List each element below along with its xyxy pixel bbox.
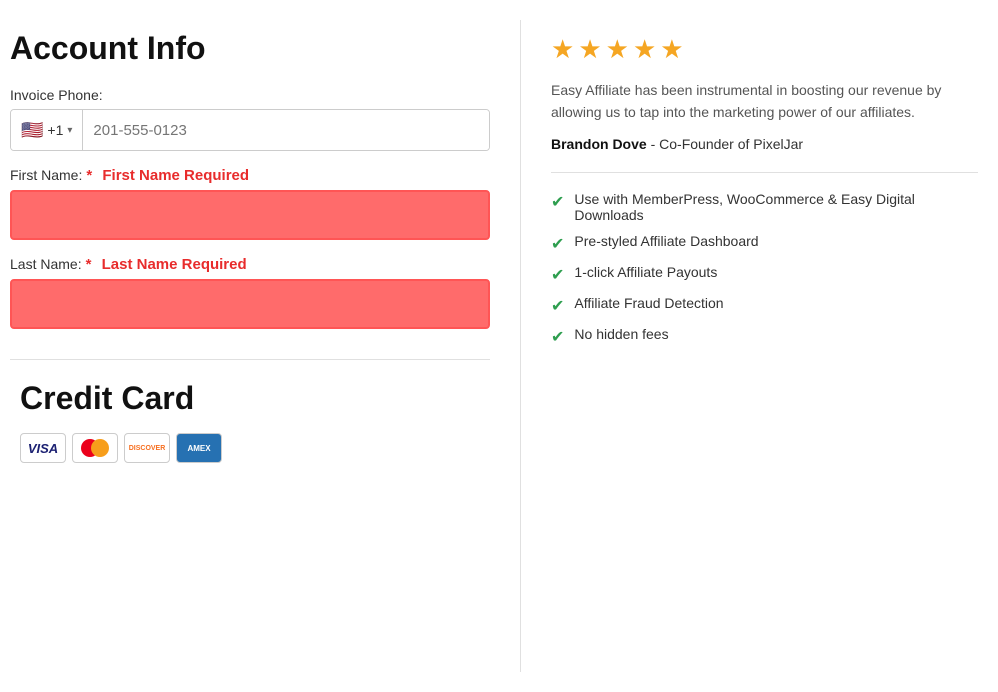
credit-card-title: Credit Card	[20, 380, 490, 417]
first-name-error-text: First Name Required	[102, 167, 249, 184]
check-icon-5: ✔	[551, 327, 564, 347]
left-column: Account Info Invoice Phone: 🇺🇸 +1 ▾ Firs…	[0, 20, 521, 672]
right-column: ★ ★ ★ ★ ★ Easy Affiliate has been instru…	[521, 20, 998, 672]
feature-item-5: ✔ No hidden fees	[551, 326, 978, 347]
star-5: ★	[660, 34, 683, 65]
last-name-input[interactable]	[10, 279, 490, 329]
star-4: ★	[633, 34, 656, 65]
last-name-asterisk: *	[86, 256, 92, 273]
last-name-required-error: * Last Name Required	[86, 256, 247, 273]
star-3: ★	[606, 34, 629, 65]
flag-icon: 🇺🇸	[21, 120, 43, 141]
right-divider	[551, 172, 978, 173]
feature-text-5: No hidden fees	[574, 326, 668, 342]
star-2: ★	[578, 34, 601, 65]
testimonial-text: Easy Affiliate has been instrumental in …	[551, 79, 978, 124]
phone-country-selector[interactable]: 🇺🇸 +1 ▾	[11, 110, 83, 150]
credit-card-section: Credit Card VISA DISCOVER AMEX	[10, 360, 490, 473]
feature-item-3: ✔ 1-click Affiliate Payouts	[551, 264, 978, 285]
feature-text-2: Pre-styled Affiliate Dashboard	[574, 233, 758, 249]
first-name-field-group: First Name: * First Name Required	[10, 167, 490, 240]
first-name-required-error: * First Name Required	[86, 167, 249, 184]
card-icons-row: VISA DISCOVER AMEX	[20, 433, 490, 463]
feature-text-3: 1-click Affiliate Payouts	[574, 264, 717, 280]
star-1: ★	[551, 34, 574, 65]
mc-orange-circle	[91, 439, 109, 457]
feature-text-1: Use with MemberPress, WooCommerce & Easy…	[574, 191, 978, 223]
first-name-input[interactable]	[10, 190, 490, 240]
feature-text-4: Affiliate Fraud Detection	[574, 295, 723, 311]
amex-icon: AMEX	[176, 433, 222, 463]
author-role: - Co-Founder of PixelJar	[651, 136, 804, 152]
mastercard-icon	[72, 433, 118, 463]
features-list: ✔ Use with MemberPress, WooCommerce & Ea…	[551, 191, 978, 347]
check-icon-2: ✔	[551, 234, 564, 254]
stars-row: ★ ★ ★ ★ ★	[551, 34, 978, 65]
discover-icon: DISCOVER	[124, 433, 170, 463]
phone-field-wrapper: 🇺🇸 +1 ▾	[10, 109, 490, 151]
phone-input[interactable]	[83, 110, 489, 150]
first-name-label: First Name:	[10, 167, 82, 183]
author-name: Brandon Dove	[551, 136, 647, 152]
invoice-phone-label: Invoice Phone:	[10, 87, 490, 103]
chevron-down-icon: ▾	[67, 125, 72, 136]
check-icon-3: ✔	[551, 265, 564, 285]
first-name-asterisk: *	[86, 167, 92, 184]
feature-item-2: ✔ Pre-styled Affiliate Dashboard	[551, 233, 978, 254]
account-info-title: Account Info	[10, 30, 490, 67]
phone-country-code: +1	[47, 122, 63, 138]
feature-item-1: ✔ Use with MemberPress, WooCommerce & Ea…	[551, 191, 978, 223]
last-name-label: Last Name:	[10, 256, 82, 272]
feature-item-4: ✔ Affiliate Fraud Detection	[551, 295, 978, 316]
last-name-error-text: Last Name Required	[102, 256, 247, 273]
testimonial-author: Brandon Dove - Co-Founder of PixelJar	[551, 136, 978, 152]
visa-icon: VISA	[20, 433, 66, 463]
last-name-field-group: Last Name: * Last Name Required	[10, 256, 490, 329]
check-icon-4: ✔	[551, 296, 564, 316]
check-icon-1: ✔	[551, 192, 564, 212]
